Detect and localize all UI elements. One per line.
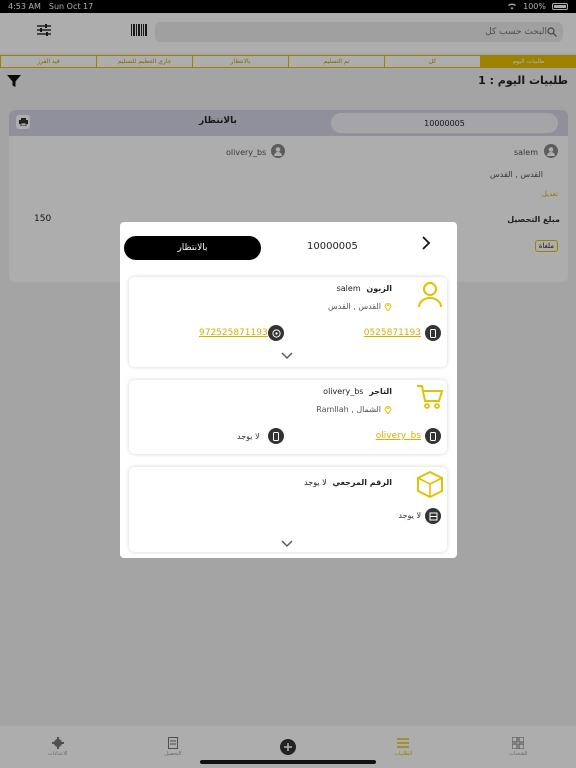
cart-icon bbox=[417, 385, 444, 409]
chevron-right-icon[interactable] bbox=[421, 236, 431, 250]
reference-title: الرقم المرجعي bbox=[332, 478, 392, 487]
merchant-phone-button[interactable] bbox=[425, 428, 441, 444]
package-icon bbox=[417, 470, 443, 498]
modal-order-id: 10000005 bbox=[307, 241, 358, 252]
customer-whatsapp-link[interactable]: 972525871193 bbox=[199, 328, 268, 338]
merchant-second-phone: لا يوجد bbox=[237, 432, 260, 441]
merchant-second-phone-button[interactable] bbox=[268, 428, 284, 444]
customer-card: الزبون salem القدس , القدس 0525871193 97… bbox=[129, 277, 447, 367]
merchant-location: الشمال , Ramllah bbox=[316, 405, 381, 414]
merchant-name: olivery_bs bbox=[323, 387, 364, 396]
customer-phone-button[interactable] bbox=[425, 325, 441, 341]
location-pin-icon bbox=[384, 406, 392, 414]
chevron-down-icon[interactable] bbox=[281, 352, 293, 360]
merchant-title: التاجر bbox=[369, 387, 392, 396]
merchant-title-line: التاجر olivery_bs bbox=[323, 387, 392, 396]
reference-card: الرقم المرجعي لا يوجد لا يوجد bbox=[129, 467, 447, 552]
location-pin-icon bbox=[384, 303, 392, 311]
phone-icon bbox=[430, 328, 436, 338]
order-details-modal: 10000005 بالانتظار الزبون salem القدس , … bbox=[120, 222, 457, 558]
customer-title-line: الزبون salem bbox=[337, 284, 392, 293]
home-indicator bbox=[200, 760, 376, 764]
user-icon bbox=[418, 282, 442, 308]
reference-value: لا يوجد bbox=[304, 478, 327, 487]
reference-detail-button[interactable] bbox=[425, 508, 441, 524]
phone-icon bbox=[430, 431, 436, 441]
merchant-phone-link[interactable]: olivery_bs bbox=[376, 431, 421, 441]
modal-status-pill: بالانتظار bbox=[124, 236, 261, 260]
chevron-down-icon[interactable] bbox=[281, 540, 293, 548]
customer-whatsapp-button[interactable] bbox=[268, 325, 284, 341]
reference-detail: لا يوجد bbox=[398, 511, 421, 520]
customer-name: salem bbox=[336, 284, 361, 293]
customer-location-row: القدس , القدس bbox=[328, 302, 392, 311]
merchant-location-row: الشمال , Ramllah bbox=[316, 405, 392, 414]
reference-title-line: الرقم المرجعي لا يوجد bbox=[304, 478, 392, 487]
customer-title: الزبون bbox=[366, 284, 392, 293]
whatsapp-icon bbox=[271, 328, 281, 338]
customer-phone-link[interactable]: 0525871193 bbox=[364, 328, 421, 338]
package-small-icon bbox=[429, 512, 437, 520]
merchant-card: التاجر olivery_bs الشمال , Ramllah olive… bbox=[129, 380, 447, 454]
customer-location: القدس , القدس bbox=[328, 302, 381, 311]
phone-icon bbox=[273, 431, 279, 441]
